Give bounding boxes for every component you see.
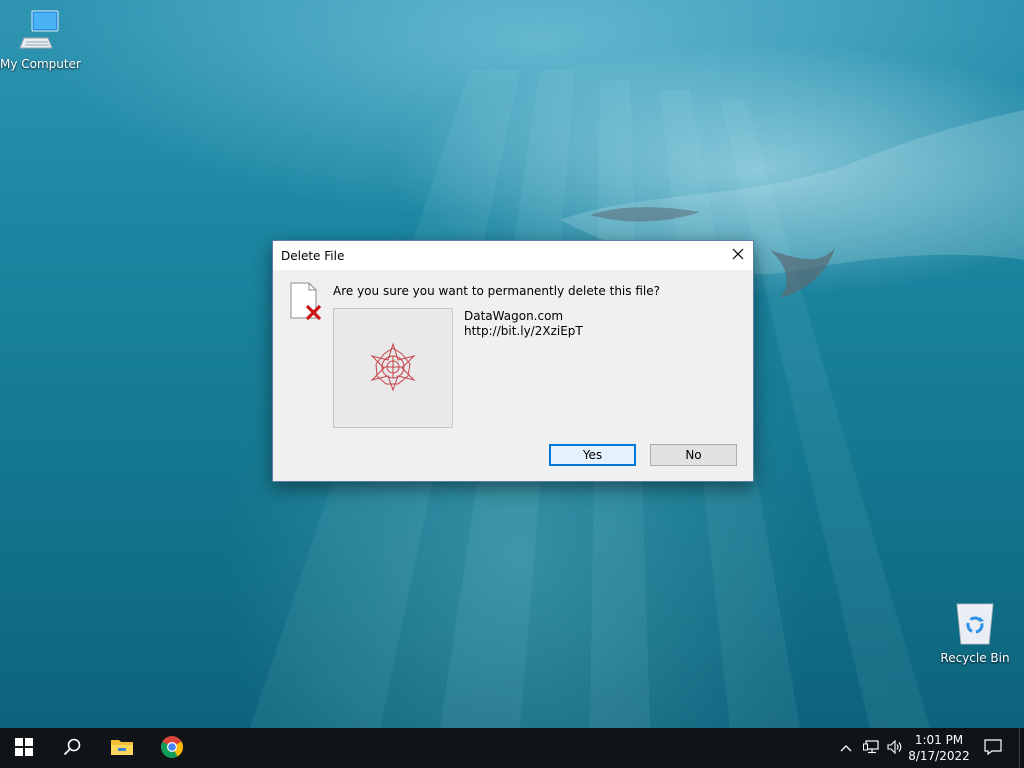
file-preview-thumbnail bbox=[333, 308, 453, 428]
volume-icon bbox=[887, 739, 903, 757]
notification-icon bbox=[984, 738, 1002, 758]
show-hidden-icons-button[interactable] bbox=[836, 728, 856, 768]
chrome-icon bbox=[160, 735, 184, 762]
show-desktop-button[interactable] bbox=[1019, 728, 1024, 768]
clock-date: 8/17/2022 bbox=[908, 749, 970, 763]
start-icon bbox=[15, 737, 33, 759]
confirm-message: Are you sure you want to permanently del… bbox=[333, 284, 660, 298]
clock[interactable]: 1:01 PM 8/17/2022 bbox=[908, 732, 970, 764]
clock-time: 1:01 PM bbox=[914, 733, 964, 747]
desktop-icon-label: My Computer bbox=[0, 57, 81, 71]
desktop-icon-label: Recycle Bin bbox=[940, 651, 1010, 665]
desktop-icon-my-computer[interactable]: My Computer bbox=[0, 8, 81, 71]
yes-button[interactable]: Yes bbox=[549, 444, 636, 466]
close-icon bbox=[732, 248, 744, 263]
start-button[interactable] bbox=[0, 728, 48, 768]
computer-icon bbox=[18, 10, 62, 55]
file-url: http://bit.ly/2XziEpT bbox=[464, 324, 583, 338]
star-mandala-icon bbox=[368, 341, 418, 395]
close-button[interactable] bbox=[723, 241, 753, 270]
chevron-up-icon bbox=[840, 741, 852, 755]
dialog-title: Delete File bbox=[281, 249, 345, 263]
file-name: DataWagon.com bbox=[464, 309, 564, 323]
delete-file-dialog: Delete File Are you sure you want to per… bbox=[272, 240, 754, 482]
dialog-titlebar[interactable]: Delete File bbox=[273, 241, 753, 270]
taskbar: 1:01 PM 8/17/2022 bbox=[0, 728, 1024, 768]
desktop-icon-recycle-bin[interactable]: Recycle Bin bbox=[935, 600, 1015, 665]
file-explorer-button[interactable] bbox=[98, 728, 146, 768]
no-button[interactable]: No bbox=[650, 444, 737, 466]
action-center-button[interactable] bbox=[978, 728, 1008, 768]
network-icon bbox=[863, 739, 879, 757]
search-icon bbox=[63, 738, 81, 759]
volume-button[interactable] bbox=[884, 728, 906, 768]
file-explorer-icon bbox=[110, 737, 134, 760]
search-button[interactable] bbox=[48, 728, 96, 768]
network-button[interactable] bbox=[860, 728, 882, 768]
chrome-button[interactable] bbox=[148, 728, 196, 768]
file-delete-icon bbox=[289, 282, 323, 322]
recycle-bin-icon bbox=[953, 603, 997, 649]
